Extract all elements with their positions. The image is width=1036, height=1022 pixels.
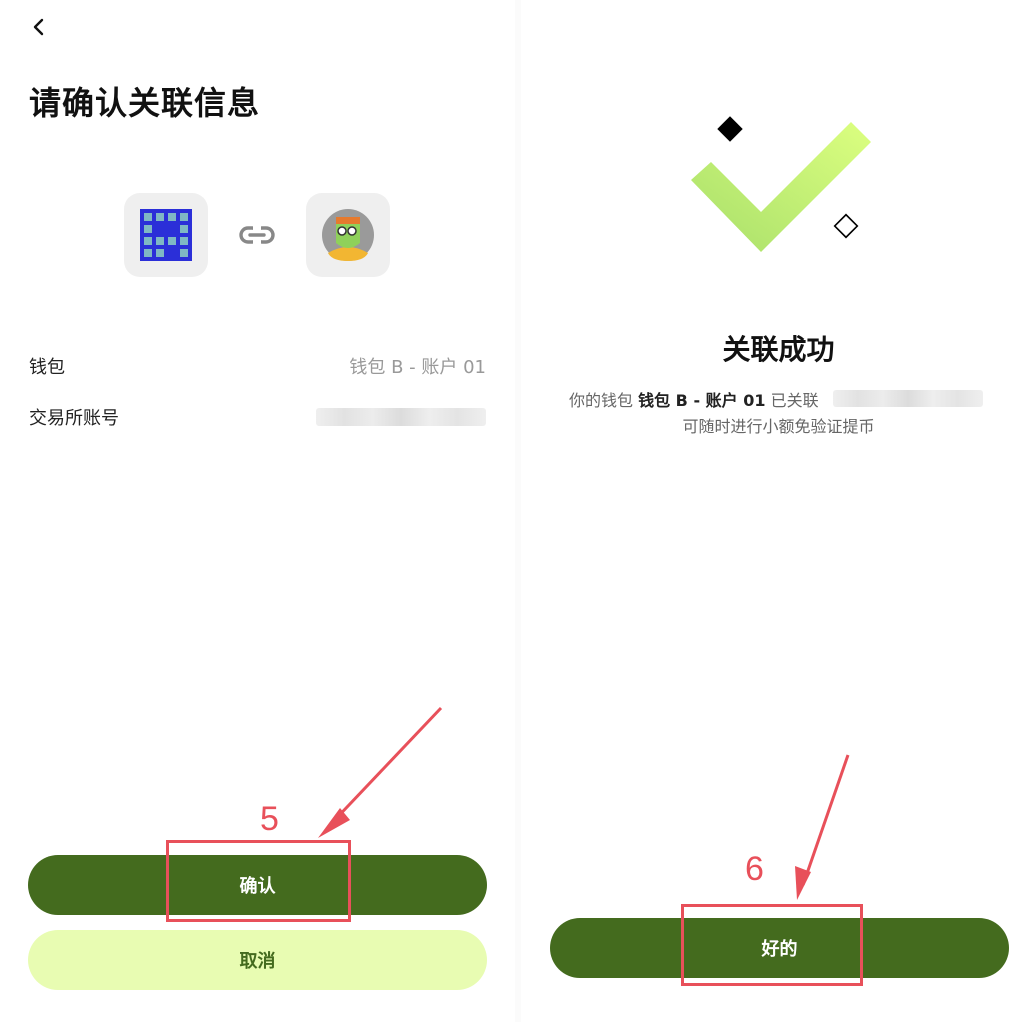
annotation-arrow: [795, 754, 850, 900]
annotation-arrow: [318, 706, 443, 838]
success-screen: 关联成功 你的钱包 钱包 B - 账户 01 已关联 可随时进行小额免验证提币 …: [521, 0, 1036, 1022]
confirm-screen: 请确认关联信息 钱包 钱包 B - 账户 01 交易所账号 确认 取消 5: [0, 0, 515, 1022]
